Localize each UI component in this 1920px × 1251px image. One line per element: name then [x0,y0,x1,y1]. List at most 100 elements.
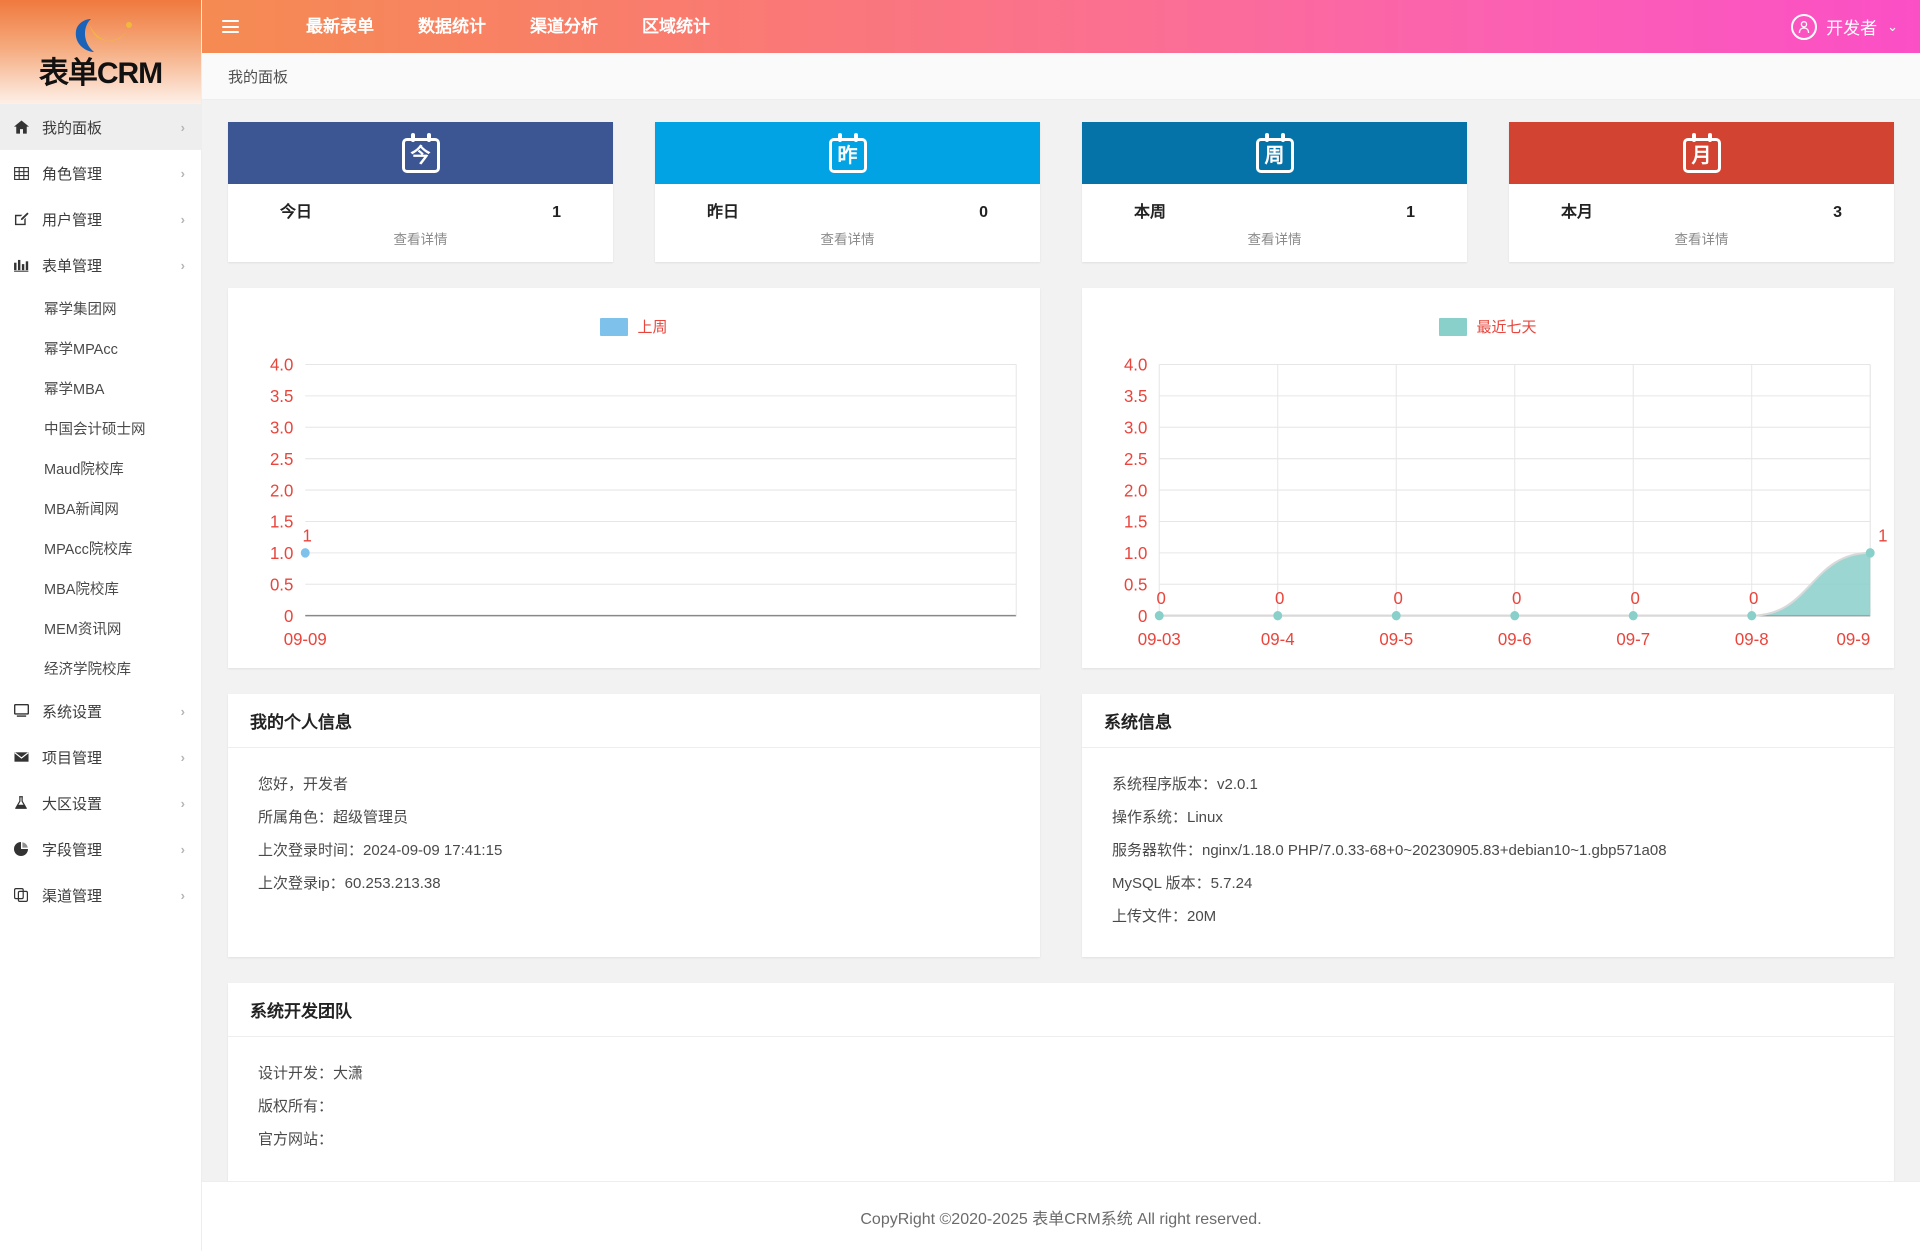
sidebar-subitem-label: MBA院校库 [44,581,119,598]
hamburger-icon[interactable] [202,0,258,53]
panel-title: 我的个人信息 [228,694,1040,748]
svg-text:2.5: 2.5 [270,449,293,470]
sidebar-item-label: 大区设置 [42,795,103,813]
stat-card-body: 昨日 0 查看详情 [655,184,1040,262]
info-line: 服务器软件：nginx/1.18.0 PHP/7.0.33-68+0~20230… [1112,842,1667,859]
svg-text:4.0: 4.0 [1124,354,1147,375]
svg-text:0.5: 0.5 [270,574,293,595]
sidebar-subitem-maud-school[interactable]: Maud院校库 [0,448,201,488]
sidebar-item-field-management[interactable]: 字段管理 › [0,826,201,872]
stat-card-header: 昨 [655,122,1040,184]
stat-value: 0 [979,204,988,221]
sidebar-item-roles[interactable]: 角色管理 › [0,150,201,196]
stat-value: 1 [552,204,561,221]
sidebar-item-label: 渠道管理 [42,887,103,905]
chart-last-week: 上周 0 0.5 1.0 1.5 2.0 2.5 3.0 3.5 4.0 1 09-09 [228,288,1040,668]
stat-cards: 今 今日 1 查看详情 昨 昨日 0 查看详情 周 本周 1 查看详情 月 本月… [228,122,1894,262]
info-line: 上传文件：20M [1112,908,1217,925]
chevron-right-icon: › [180,257,185,273]
sidebar: 表单CRM 我的面板 › 角色管理 › 用户管理 › 表单管理 › 幂学集团网 … [0,0,202,1251]
sidebar-item-label: 表单管理 [42,257,103,275]
stat-card-today[interactable]: 今 今日 1 查看详情 [228,122,613,262]
bar-chart-icon [14,259,36,272]
sidebar-subitem-mpacc-school[interactable]: MPAcc院校库 [0,528,201,568]
sidebar-subitem-mixue-group[interactable]: 幂学集团网 [0,288,201,328]
brand-logo[interactable]: 表单CRM [0,0,201,104]
svg-text:1.0: 1.0 [270,543,293,564]
svg-text:09-7: 09-7 [1616,629,1650,650]
stat-card-yesterday[interactable]: 昨 昨日 0 查看详情 [655,122,1040,262]
calendar-glyph: 周 [1264,145,1285,167]
sidebar-item-system-settings[interactable]: 系统设置 › [0,688,201,734]
sidebar-item-project-management[interactable]: 项目管理 › [0,734,201,780]
stat-detail-link[interactable]: 查看详情 [256,222,585,262]
chevron-right-icon: › [180,119,185,135]
svg-text:09-6: 09-6 [1498,629,1532,650]
svg-text:0: 0 [1157,588,1166,609]
chevron-right-icon: › [180,749,185,765]
stat-card-body: 本月 3 查看详情 [1509,184,1894,262]
user-menu[interactable]: 开发者 ⌄ [1791,13,1920,40]
sidebar-item-label: 项目管理 [42,749,103,767]
sidebar-subitem-label: MBA新闻网 [44,501,119,518]
personal-info-panel: 我的个人信息 您好，开发者 所属角色：超级管理员 上次登录时间：2024-09-… [228,694,1040,957]
stat-card-header: 月 [1509,122,1894,184]
stat-detail-link[interactable]: 查看详情 [1537,222,1866,262]
info-line: 操作系统：Linux [1112,809,1223,826]
chevron-down-icon: ⌄ [1887,18,1898,34]
svg-text:09-5: 09-5 [1379,629,1413,650]
sidebar-subitem-label: MEM资讯网 [44,621,122,638]
legend-swatch [1439,317,1468,336]
legend-swatch [600,317,629,336]
user-name-label: 开发者 [1826,19,1878,38]
sidebar-item-dashboard[interactable]: 我的面板 › [0,104,201,150]
stat-card-this-week[interactable]: 周 本周 1 查看详情 [1082,122,1467,262]
sidebar-subitem-china-accounting[interactable]: 中国会计硕士网 [0,408,201,448]
svg-text:2.0: 2.0 [1124,480,1147,501]
top-nav-item-latest-forms[interactable]: 最新表单 [284,0,396,53]
chart-plot-area: 0 0.5 1.0 1.5 2.0 2.5 3.0 3.5 4.0 1 09-09 [228,354,1040,668]
sidebar-item-channel-management[interactable]: 渠道管理 › [0,872,201,918]
edit-square-icon [14,212,36,226]
svg-text:0: 0 [1394,588,1403,609]
stat-label: 今日 [280,204,313,221]
info-line: 版权所有： [258,1098,334,1115]
sidebar-item-region-settings[interactable]: 大区设置 › [0,780,201,826]
sidebar-item-label: 角色管理 [42,165,103,183]
top-nav-item-data-stats[interactable]: 数据统计 [396,0,508,53]
sidebar-item-forms[interactable]: 表单管理 › [0,242,201,288]
calendar-glyph: 今 [410,145,431,167]
chevron-right-icon: › [180,165,185,181]
stat-card-body: 今日 1 查看详情 [228,184,613,262]
svg-text:3.0: 3.0 [1124,417,1147,438]
chevron-right-icon: › [180,703,185,719]
top-nav-item-region-stats[interactable]: 区域统计 [620,0,732,53]
legend-label: 上周 [637,319,668,336]
svg-text:1.0: 1.0 [1124,543,1147,564]
top-nav-item-channel-analysis[interactable]: 渠道分析 [508,0,620,53]
panel-body: 系统程序版本：v2.0.1 操作系统：Linux 服务器软件：nginx/1.1… [1082,748,1894,957]
sidebar-subitem-econ-school[interactable]: 经济学院校库 [0,648,201,688]
stat-detail-link[interactable]: 查看详情 [1110,222,1439,262]
stat-detail-link[interactable]: 查看详情 [683,222,1012,262]
chevron-right-icon: › [180,211,185,227]
chart-legend: 最近七天 [1082,288,1894,337]
sidebar-item-users[interactable]: 用户管理 › [0,196,201,242]
sidebar-subitem-mba-news[interactable]: MBA新闻网 [0,488,201,528]
svg-text:2.5: 2.5 [1124,449,1147,470]
svg-text:1: 1 [303,525,312,546]
svg-text:0: 0 [284,606,293,627]
sidebar-subitem-mixue-mba[interactable]: 幂学MBA [0,368,201,408]
panel-title: 系统开发团队 [228,983,1894,1037]
charts-row: 上周 0 0.5 1.0 1.5 2.0 2.5 3.0 3.5 4.0 1 09-09 最近七天 … [228,288,1894,668]
stat-card-header: 周 [1082,122,1467,184]
breadcrumb: 我的面板 [202,53,1920,100]
stat-card-this-month[interactable]: 月 本月 3 查看详情 [1509,122,1894,262]
sidebar-subitem-mba-school[interactable]: MBA院校库 [0,568,201,608]
svg-text:4.0: 4.0 [270,354,293,375]
svg-text:09-9: 09-9 [1837,629,1871,650]
legend-label: 最近七天 [1476,319,1537,336]
sidebar-subitem-mem-news[interactable]: MEM资讯网 [0,608,201,648]
stat-card-header: 今 [228,122,613,184]
sidebar-subitem-mixue-mpacc[interactable]: 幂学MPAcc [0,328,201,368]
